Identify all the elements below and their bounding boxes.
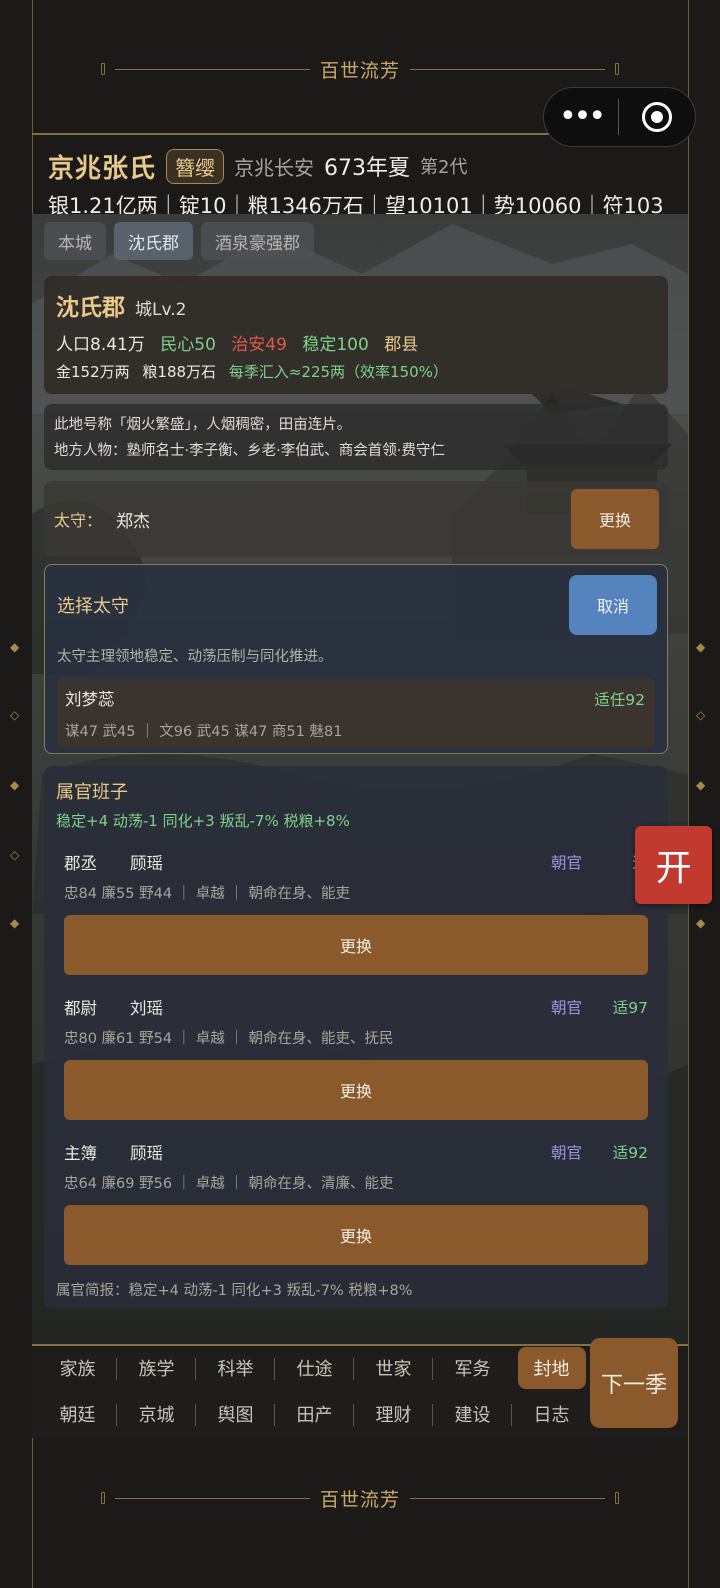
banner-tick-icon xyxy=(615,63,619,75)
officer-tag: 朝官 xyxy=(550,999,582,1017)
clan-header: 京兆张氏 簪缨 京兆长安 673年夏 第2代 银1.21亿两｜锭10｜粮1346… xyxy=(48,146,680,220)
staff-brief: 属官简报：稳定+4 动荡-1 同化+3 叛乱-7% 税粮+8% xyxy=(56,1283,413,1299)
diamond-icon: ◆ xyxy=(10,640,20,654)
frame-right xyxy=(688,0,689,1588)
diamond-icon: ◆ xyxy=(696,778,706,792)
game-year: 673年夏 xyxy=(324,156,411,181)
tab-shen-commandery[interactable]: 沈氏郡 xyxy=(114,222,193,260)
clan-name: 京兆张氏 xyxy=(48,153,157,184)
candidate-item[interactable]: 刘梦蕊 适任92 谋47 武45 ｜ 文96 武45 谋47 商51 魅81 xyxy=(57,678,655,748)
officer-attrs: 忠80 廉61 野54 ｜ 卓越 ｜ 朝命在身、能吏、抚民 xyxy=(64,1031,394,1047)
fief-gold: 金152万两 xyxy=(56,363,130,381)
change-officer-button[interactable]: 更换 xyxy=(64,1060,648,1120)
fief-order: 治安49 xyxy=(231,335,287,355)
candidate-fit: 适任92 xyxy=(594,691,645,709)
banner-title: 百世流芳 xyxy=(319,1488,400,1511)
generation: 第2代 xyxy=(420,157,468,178)
diamond-icon: ◆ xyxy=(696,916,706,930)
select-governor-title: 选择太守 xyxy=(57,596,129,617)
target-icon xyxy=(642,102,672,132)
tab-home-city[interactable]: 本城 xyxy=(44,222,106,260)
diamond-icon: ◆ xyxy=(10,778,20,792)
nav-military[interactable]: 军务 xyxy=(433,1348,512,1388)
governor-row: 太守： 郑杰 更换 xyxy=(44,481,668,557)
nav-construction[interactable]: 建设 xyxy=(433,1394,512,1434)
fief-info-card: 沈氏郡 城Lv.2 人口8.41万 民心50 治安49 稳定100 郡县 金15… xyxy=(44,276,668,394)
diamond-outline-icon: ◇ xyxy=(696,708,706,722)
select-governor-panel: 选择太守 取消 太守主理领地稳定、动荡压制与同化推进。 刘梦蕊 适任92 谋47… xyxy=(44,564,668,754)
staff-effects: 稳定+4 动荡-1 同化+3 叛乱-7% 税粮+8% xyxy=(56,812,350,830)
governor-name: 郑杰 xyxy=(116,511,151,532)
officer-attrs: 忠64 廉69 野56 ｜ 卓越 ｜ 朝命在身、清廉、能吏 xyxy=(64,1176,394,1192)
bottom-banner: 百世流芳 xyxy=(32,1468,688,1528)
officer-fit: 适92 xyxy=(612,1144,648,1162)
nav-estates[interactable]: 田产 xyxy=(275,1394,354,1434)
candidate-stats: 谋47 武45 ｜ 文96 武45 谋47 商51 魅81 xyxy=(65,724,343,740)
diamond-outline-icon: ◇ xyxy=(10,708,20,722)
nav-clan[interactable]: 家族 xyxy=(38,1348,117,1388)
miniprogram-capsule: ••• xyxy=(543,87,696,147)
clan-location: 京兆长安 xyxy=(234,155,315,180)
nav-exam[interactable]: 科举 xyxy=(196,1348,275,1388)
more-icon[interactable]: ••• xyxy=(544,102,618,132)
officer-position: 郡丞 xyxy=(64,854,97,873)
local-figures: 地方人物：塾师名士·李子衡、乡老·李伯武、商会首领·费守仁 xyxy=(54,443,445,459)
officer-name: 顾瑶 xyxy=(130,854,163,873)
fief-tabs: 本城 沈氏郡 酒泉豪强郡 xyxy=(44,222,314,260)
nav-court[interactable]: 朝廷 xyxy=(38,1394,117,1434)
candidate-name: 刘梦蕊 xyxy=(65,690,115,709)
nav-map[interactable]: 舆图 xyxy=(196,1394,275,1434)
nav-clan-school[interactable]: 族学 xyxy=(117,1348,196,1388)
governor-note: 太守主理领地稳定、动荡压制与同化推进。 xyxy=(57,649,333,665)
change-officer-button[interactable]: 更换 xyxy=(64,1205,648,1265)
staff-title: 属官班子 xyxy=(56,782,128,803)
fief-level: 城Lv.2 xyxy=(135,300,187,320)
cancel-button[interactable]: 取消 xyxy=(569,575,657,635)
diamond-icon: ◆ xyxy=(10,916,20,930)
governor-label: 太守： xyxy=(54,511,103,530)
nav-families[interactable]: 世家 xyxy=(354,1348,433,1388)
banner-tick-icon xyxy=(615,1492,619,1504)
officer-position: 都尉 xyxy=(64,999,97,1018)
fief-description: 此地号称「烟火繁盛」，人烟稠密，田亩连片。 地方人物：塾师名士·李子衡、乡老·李… xyxy=(44,404,668,470)
nav-finance[interactable]: 理财 xyxy=(354,1394,433,1434)
next-season-button[interactable]: 下一季 xyxy=(590,1338,678,1428)
fief-stability: 稳定100 xyxy=(302,335,369,355)
close-capsule-button[interactable] xyxy=(619,102,695,132)
clan-badge: 簪缨 xyxy=(166,148,225,184)
banner-title: 百世流芳 xyxy=(319,59,400,82)
fief-type: 郡县 xyxy=(384,335,419,355)
officer-name: 刘瑶 xyxy=(130,999,163,1018)
staff-panel: 属官班子 稳定+4 动荡-1 同化+3 叛乱-7% 税粮+8% 郡丞 顾瑶 朝官… xyxy=(44,766,668,1308)
fief-morale: 民心50 xyxy=(160,335,216,355)
nav-career[interactable]: 仕途 xyxy=(275,1348,354,1388)
fief-income: 每季汇入≈225两（效率150%） xyxy=(228,363,448,381)
change-officer-button[interactable]: 更换 xyxy=(64,915,648,975)
officer-tag: 朝官 xyxy=(550,854,582,872)
officer-fit: 适97 xyxy=(612,999,648,1017)
officer-name: 顾瑶 xyxy=(130,1144,163,1163)
nav-capital[interactable]: 京城 xyxy=(117,1394,196,1434)
fief-population: 人口8.41万 xyxy=(56,335,145,355)
officer-tag: 朝官 xyxy=(550,1144,582,1162)
banner-tick-icon xyxy=(100,1492,105,1504)
officer-item: 主簿 顾瑶 朝官 适92 忠64 廉69 野56 ｜ 卓越 ｜ 朝命在身、清廉、… xyxy=(64,1140,648,1265)
open-float-button[interactable]: 开 xyxy=(635,826,712,904)
tab-jiuquan-commandery[interactable]: 酒泉豪强郡 xyxy=(201,222,314,260)
fief-grain: 粮188万石 xyxy=(142,363,217,381)
officer-attrs: 忠84 廉55 野44 ｜ 卓越 ｜ 朝命在身、能吏 xyxy=(64,886,351,902)
officer-position: 主簿 xyxy=(64,1144,97,1163)
banner-tick-icon xyxy=(100,63,105,75)
nav-log[interactable]: 日志 xyxy=(512,1394,591,1434)
description-line: 此地号称「烟火繁盛」，人烟稠密，田亩连片。 xyxy=(54,417,352,433)
officer-item: 郡丞 顾瑶 朝官 适 忠84 廉55 野44 ｜ 卓越 ｜ 朝命在身、能吏 更换 xyxy=(64,850,648,975)
diamond-outline-icon: ◇ xyxy=(10,848,20,862)
diamond-icon: ◆ xyxy=(696,640,706,654)
nav-fief[interactable]: 封地 xyxy=(512,1347,591,1389)
fief-name: 沈氏郡 xyxy=(56,295,125,321)
officer-item: 都尉 刘瑶 朝官 适97 忠80 廉61 野54 ｜ 卓越 ｜ 朝命在身、能吏、… xyxy=(64,995,648,1120)
change-governor-button[interactable]: 更换 xyxy=(571,489,659,549)
